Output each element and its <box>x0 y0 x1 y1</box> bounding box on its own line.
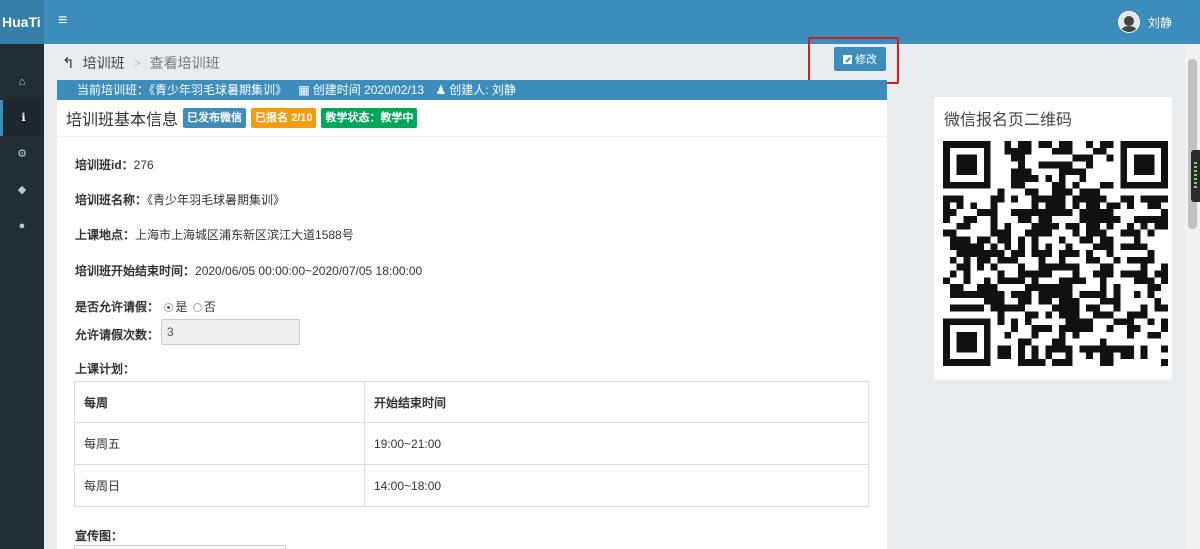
location-value: 上海市上海城区浦东新区滨江大道1588号 <box>135 228 354 242</box>
promo-image-field: 宣传图： <box>75 527 123 544</box>
scrollbar-thumb[interactable] <box>1188 59 1197 229</box>
table-cell: 19:00~21:00 <box>364 422 869 465</box>
leave-yes-radio[interactable] <box>164 303 174 313</box>
tags-icon[interactable]: ◆ <box>0 172 44 208</box>
side-widget-handle[interactable] <box>1191 150 1200 202</box>
table-cell: 每周五 <box>74 422 365 465</box>
schedule-label: 上课计划： <box>75 362 136 376</box>
menu-toggle-icon[interactable]: ≡ <box>58 13 67 29</box>
creator: 创建人: 刘静 <box>449 83 516 97</box>
allow-leave-label: 是否允许请假： <box>75 300 160 314</box>
table-row: 每周日 14:00~18:00 <box>74 464 869 507</box>
column-header-time: 开始结束时间 <box>364 381 869 423</box>
leave-no-label: 否 <box>203 300 216 314</box>
edit-icon <box>843 54 852 64</box>
column-header-weekday: 每周 <box>74 381 365 423</box>
teaching-status-badge: 教学状态：教学中 <box>321 108 418 128</box>
promo-image-placeholder <box>74 545 286 549</box>
table-row: 每周五 19:00~21:00 <box>74 422 869 465</box>
user-name: 刘静 <box>1147 15 1172 30</box>
class-id-field: 培训班id：276 <box>75 156 154 173</box>
class-name-label: 培训班名称： <box>75 193 148 207</box>
breadcrumb-current: 查看培训班 <box>149 55 220 71</box>
info-icon[interactable]: ℹ <box>0 100 44 136</box>
leave-no-radio[interactable] <box>192 303 202 313</box>
schedule-field: 上课计划： <box>75 360 135 377</box>
class-name-value: 《青少年羽毛球暑期集训》 <box>147 193 286 207</box>
leave-count-field: 允许请假次数： <box>75 326 159 343</box>
qr-code-image <box>943 141 1168 366</box>
breadcrumb: ↰ 培训班 > 查看培训班 <box>62 53 220 73</box>
current-class-infobar: 当前培训班：《青少年羽毛球暑期集训》 ▦ 创建时间 2020/02/13 ♟ 创建人… <box>57 80 887 100</box>
sidebar: ⌂ ℹ ⚙ ◆ ● <box>0 44 44 549</box>
allow-leave-field: 是否允许请假： 是 否 <box>75 298 216 315</box>
class-id-value: 276 <box>133 158 154 172</box>
time-range-value: 2020/06/05 00:00:00~2020/07/05 18:00:00 <box>195 264 423 278</box>
table-header-row: 每周 开始结束时间 <box>74 381 869 423</box>
comments-icon[interactable]: ● <box>0 208 44 244</box>
class-name-field: 培训班名称：《青少年羽毛球暑期集训》 <box>75 191 285 208</box>
time-range-field: 培训班开始结束时间：2020/06/05 00:00:00~2020/07/05… <box>75 262 422 279</box>
breadcrumb-separator: > <box>133 56 141 70</box>
qr-panel-title: 微信报名页二维码 <box>944 112 1073 129</box>
top-navbar: HuaTi ≡ 刘静 <box>0 0 1200 44</box>
leave-count-input[interactable]: 3 <box>161 319 300 345</box>
brand-logo[interactable]: HuaTi <box>0 0 44 44</box>
table-cell: 14:00~18:00 <box>364 464 869 507</box>
class-id-label: 培训班id： <box>75 158 134 172</box>
location-label: 上课地点： <box>75 228 136 242</box>
table-cell: 每周日 <box>74 464 365 507</box>
qr-panel: 微信报名页二维码 <box>934 97 1172 380</box>
enrolled-badge: 已报名 2/10 <box>251 108 317 128</box>
edit-button-label: 修改 <box>855 54 877 66</box>
time-range-label: 培训班开始结束时间： <box>75 264 196 278</box>
cogs-icon[interactable]: ⚙ <box>0 136 44 172</box>
created-time: 创建时间 2020/02/13 <box>312 83 425 97</box>
current-class-label: 当前培训班：《青少年羽毛球暑期集训》 <box>77 83 288 97</box>
user-menu[interactable]: 刘静 <box>1117 11 1172 33</box>
location-field: 上课地点：上海市上海城区浦东新区滨江大道1588号 <box>75 226 354 243</box>
calendar-icon: ▦ <box>298 83 310 97</box>
home-icon[interactable]: ⌂ <box>0 64 44 100</box>
schedule-table: 每周 开始结束时间 每周五 19:00~21:00 每周日 14:00~18:0… <box>74 381 869 507</box>
box-header: 培训班基本信息 已发布微信 已报名 2/10 教学状态：教学中 <box>57 100 887 137</box>
page-scrollbar[interactable] <box>1185 44 1200 549</box>
avatar <box>1117 11 1140 33</box>
promo-image-label: 宣传图： <box>75 529 124 543</box>
back-arrow-icon[interactable]: ↰ <box>62 54 75 72</box>
box-title: 培训班基本信息 <box>66 112 179 129</box>
leave-count-label: 允许请假次数： <box>75 328 160 342</box>
breadcrumb-parent[interactable]: 培训班 <box>83 53 125 73</box>
user-icon: ♟ <box>435 83 447 97</box>
edit-button[interactable]: 修改 <box>834 47 886 71</box>
training-class-box: 当前培训班：《青少年羽毛球暑期集训》 ▦ 创建时间 2020/02/13 ♟ 创建人… <box>57 80 887 549</box>
leave-yes-label: 是 <box>175 300 188 314</box>
wechat-published-badge: 已发布微信 <box>183 108 247 128</box>
